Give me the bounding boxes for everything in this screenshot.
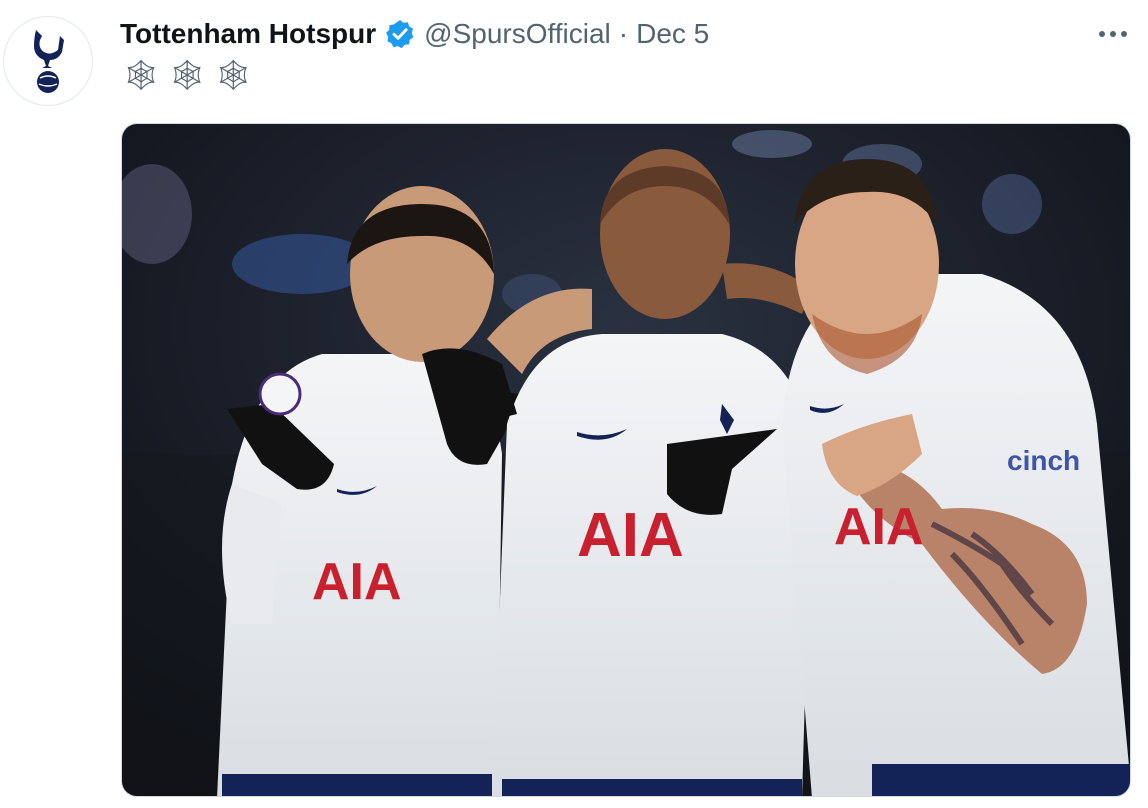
tweet-photo[interactable]: AIA AIA AIA cinch xyxy=(121,123,1131,797)
more-horizontal-icon xyxy=(1099,31,1127,37)
photo-illustration: AIA AIA AIA cinch xyxy=(122,124,1130,796)
more-options-button[interactable] xyxy=(1096,22,1130,46)
spider-web-emoji: 🕸 xyxy=(168,59,207,92)
spurs-cockerel-logo xyxy=(34,30,64,93)
separator-dot: · xyxy=(618,18,629,49)
sleeve-sponsor: cinch xyxy=(1007,445,1080,476)
display-name[interactable]: Tottenham Hotspur xyxy=(120,18,376,50)
avatar[interactable] xyxy=(3,16,93,106)
sponsor-logo-left: AIA xyxy=(312,553,402,611)
spider-web-emoji: 🕸 xyxy=(214,59,253,92)
tweet-text: 🕸 🕸 🕸 xyxy=(122,58,252,93)
spider-web-emoji: 🕸 xyxy=(122,59,161,92)
timestamp[interactable]: Dec 5 xyxy=(636,18,709,50)
sponsor-logo-right: AIA xyxy=(834,498,924,556)
verified-badge-icon xyxy=(384,18,416,50)
user-handle[interactable]: @SpursOfficial xyxy=(424,18,611,50)
sponsor-logo-middle: AIA xyxy=(577,501,684,570)
tweet-header: Tottenham Hotspur @SpursOfficial · Dec 5 xyxy=(120,14,709,54)
